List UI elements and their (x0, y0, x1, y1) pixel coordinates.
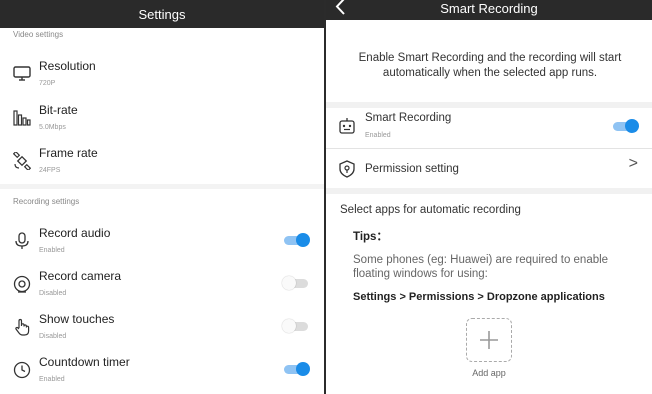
resolution-row[interactable]: Resolution 720P (0, 55, 324, 95)
record-audio-row[interactable]: Record audio Enabled (0, 222, 324, 262)
smart-recording-label: Smart Recording (365, 112, 452, 124)
permission-setting-row[interactable]: Permission setting > (326, 152, 652, 188)
settings-topbar: Settings (0, 0, 324, 28)
chevron-right-icon: > (628, 155, 638, 172)
show-touches-row[interactable]: Show touches Disabled (0, 308, 324, 348)
select-apps-label: Select apps for automatic recording (340, 204, 521, 216)
bitrate-row[interactable]: Bit-rate 5.0Mbps (0, 99, 324, 139)
record-audio-toggle[interactable] (282, 233, 310, 247)
settings-title: Settings (138, 6, 186, 22)
microphone-icon (11, 230, 33, 252)
record-audio-status: Enabled (39, 247, 65, 254)
screen: Settings Video settings Resolution 720P … (0, 0, 652, 394)
record-camera-toggle[interactable] (282, 276, 310, 290)
permission-setting-label: Permission setting (365, 163, 459, 175)
clock-icon (11, 359, 33, 381)
framerate-row[interactable]: Frame rate 24FPS (0, 142, 324, 182)
smart-recording-title: Smart Recording (440, 1, 538, 16)
shield-icon (339, 160, 355, 183)
framerate-title: Frame rate (39, 146, 98, 160)
recording-settings-label: Recording settings (13, 197, 80, 206)
smart-recording-toggle[interactable] (611, 119, 639, 133)
countdown-timer-row[interactable]: Countdown timer Enabled (0, 351, 324, 391)
record-camera-row[interactable]: Record camera Disabled (0, 265, 324, 305)
hand-touch-icon (11, 316, 33, 338)
robot-icon (338, 117, 356, 140)
record-camera-title: Record camera (39, 269, 122, 283)
resolution-title: Resolution (39, 59, 96, 73)
bitrate-icon (11, 106, 33, 128)
smart-recording-row[interactable]: Smart Recording Enabled (326, 108, 652, 148)
add-app-button[interactable] (466, 318, 512, 362)
satellite-icon (11, 150, 33, 172)
tips-permission-path: Settings > Permissions > Dropzone applic… (353, 291, 605, 303)
show-touches-toggle[interactable] (282, 319, 310, 333)
bitrate-title: Bit-rate (39, 103, 78, 117)
countdown-timer-status: Enabled (39, 376, 65, 383)
permission-separator (326, 188, 652, 194)
bitrate-value: 5.0Mbps (39, 124, 66, 131)
back-arrow-icon[interactable] (334, 0, 346, 17)
settings-panel: Settings Video settings Resolution 720P … (0, 0, 324, 394)
video-settings-label: Video settings (13, 30, 64, 39)
smart-recording-panel: Smart Recording Enable Smart Recording a… (326, 0, 652, 394)
show-touches-title: Show touches (39, 312, 115, 326)
countdown-timer-title: Countdown timer (39, 355, 130, 369)
show-touches-status: Disabled (39, 333, 67, 340)
camera-icon (11, 273, 33, 295)
tips-title: Tips： (353, 231, 388, 243)
smart-recording-status: Enabled (365, 132, 391, 139)
record-audio-title: Record audio (39, 226, 111, 240)
countdown-timer-toggle[interactable] (282, 362, 310, 376)
framerate-value: 24FPS (39, 167, 61, 174)
monitor-icon (11, 63, 33, 85)
tips-body: Some phones (eg: Huawei) are required to… (353, 254, 609, 280)
resolution-value: 720P (39, 80, 56, 87)
add-app-label: Add app (472, 368, 506, 378)
record-camera-status: Disabled (39, 290, 67, 297)
section-separator (0, 184, 324, 189)
smart-recording-topbar: Smart Recording (326, 0, 652, 20)
row-divider (326, 148, 652, 149)
smart-recording-description: Enable Smart Recording and the recording… (358, 52, 622, 79)
plus-icon (480, 331, 498, 349)
